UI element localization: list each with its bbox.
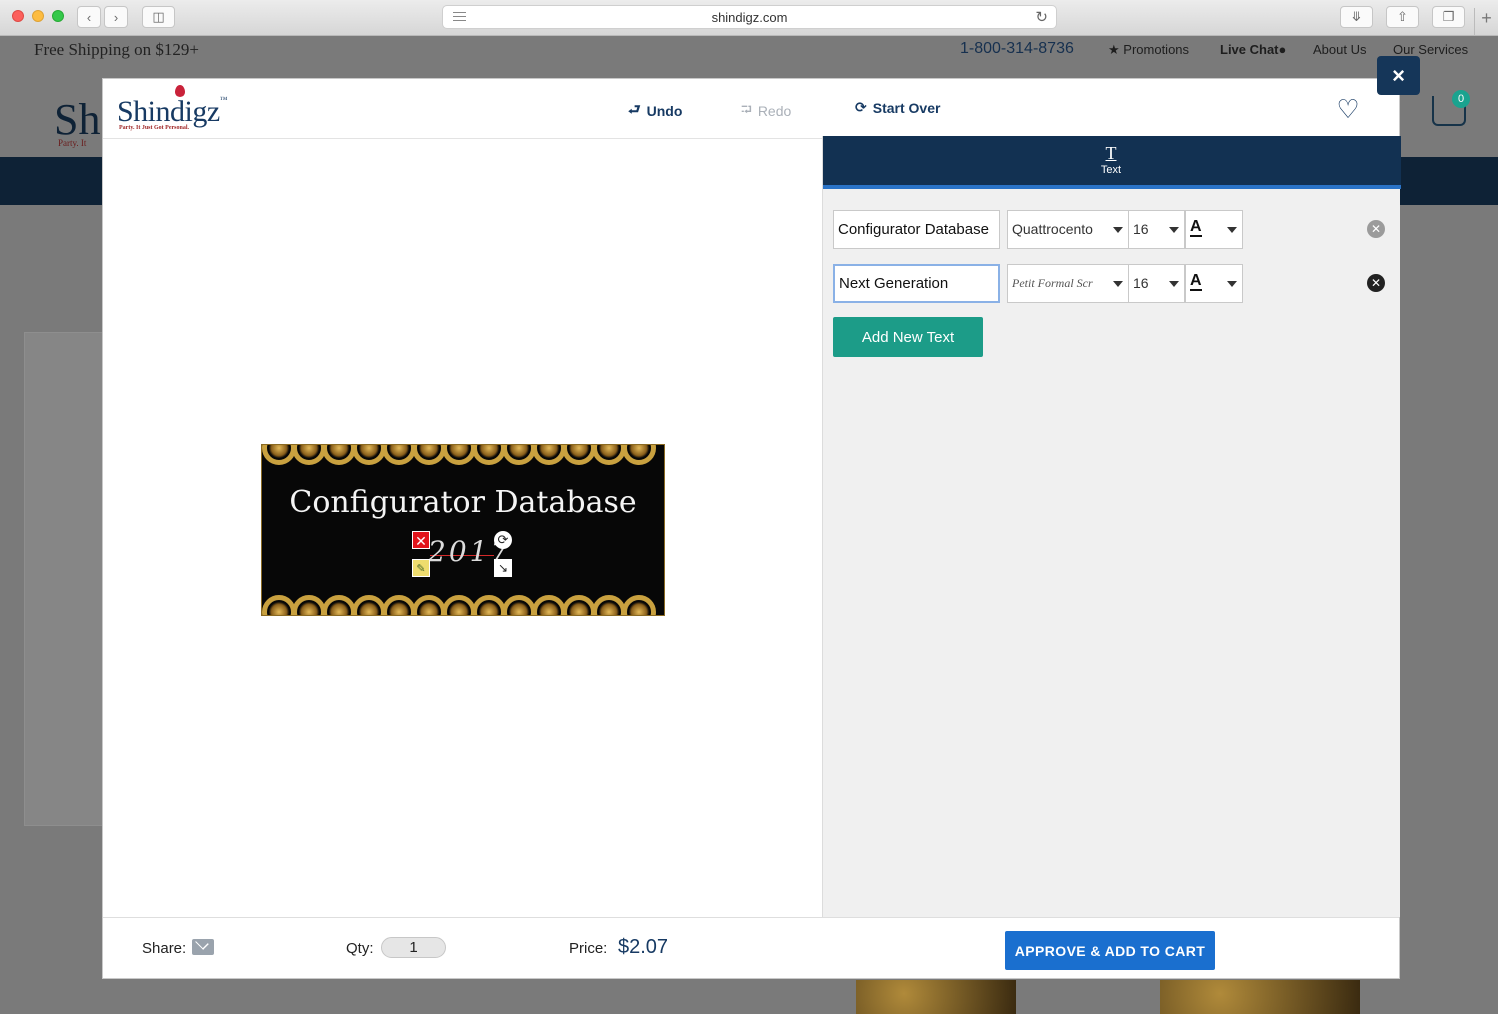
text-row: Next Generation Petit Formal Scr 16 A ✕ <box>833 264 1393 303</box>
redo-button[interactable]: ⮒ Redo <box>741 99 791 123</box>
back-icon[interactable]: ‹ <box>77 6 101 28</box>
rotate-icon[interactable]: ⟳ <box>494 531 512 549</box>
address-bar[interactable]: shindigz.com ↻ <box>442 5 1057 29</box>
minimize-window-button[interactable] <box>32 10 44 22</box>
live-chat-link[interactable]: Live Chat● <box>1220 42 1286 57</box>
logo-tagline: Party. It Just Got Personal. <box>119 125 189 131</box>
start-over-button[interactable]: ⟳ Start Over <box>855 99 940 116</box>
heart-icon[interactable]: ♡ <box>1333 95 1363 123</box>
resize-icon[interactable]: ↘ <box>494 559 512 577</box>
browser-toolbar: ‹ › ◫ shindigz.com ↻ ⤋ ⇧ ❐ + <box>0 0 1498 36</box>
font-select[interactable]: Quattrocento <box>1007 210 1129 249</box>
tab-text[interactable]: T Text <box>1089 144 1133 176</box>
color-select[interactable]: A <box>1185 264 1243 303</box>
zoom-window-button[interactable] <box>52 10 64 22</box>
chevron-down-icon <box>1227 227 1237 233</box>
design-canvas: Configurator Database 2017 ✕ ⟳ ✎ ↘ <box>103 139 822 917</box>
text-row: Configurator Database Quattrocento 16 A … <box>833 210 1393 249</box>
share-icon[interactable]: ⇧ <box>1386 6 1419 28</box>
reader-icon[interactable] <box>453 12 466 24</box>
promotions-link[interactable]: ★ Promotions <box>1108 42 1189 58</box>
email-icon[interactable] <box>192 939 214 955</box>
add-new-text-button[interactable]: Add New Text <box>833 317 983 357</box>
font-color-icon: A <box>1190 272 1202 291</box>
undo-button[interactable]: ⮐ Undo <box>628 99 682 123</box>
reload-icon[interactable]: ↻ <box>1035 8 1048 26</box>
remove-text-button[interactable]: ✕ <box>1367 274 1385 292</box>
edit-icon[interactable]: ✎ <box>412 559 430 577</box>
chevron-down-icon <box>1169 227 1179 233</box>
customizer-modal: Shindigz™ Party. It Just Got Personal. ⮐… <box>102 78 1401 979</box>
color-select[interactable]: A <box>1185 210 1243 249</box>
about-us-link[interactable]: About Us <box>1313 42 1366 57</box>
new-tab-icon[interactable]: + <box>1474 8 1498 36</box>
delete-icon[interactable]: ✕ <box>412 531 430 549</box>
share-label: Share: <box>142 940 187 957</box>
remove-text-button[interactable]: ✕ <box>1367 220 1385 238</box>
price-label: Price: <box>569 940 608 957</box>
site-logo-tagline: Party. It <box>58 138 87 148</box>
tab-text-label: Text <box>1100 164 1122 176</box>
cart-count-badge: 0 <box>1452 90 1470 108</box>
qty-label: Qty: <box>346 940 374 957</box>
tabs-icon[interactable]: ❐ <box>1432 6 1465 28</box>
sidebar-icon[interactable]: ◫ <box>142 6 175 28</box>
close-modal-button[interactable]: × <box>1377 56 1420 95</box>
redo-icon: ⮒ <box>741 101 752 117</box>
background-product-image <box>1160 980 1360 1014</box>
size-select[interactable]: 16 <box>1128 210 1185 249</box>
approve-add-to-cart-button[interactable]: APPROVE & ADD TO CART <box>1005 931 1215 970</box>
modal-header: Shindigz™ Party. It Just Got Personal. ⮐… <box>103 79 1399 139</box>
font-select[interactable]: Petit Formal Scr <box>1007 264 1129 303</box>
chevron-down-icon <box>1113 281 1123 287</box>
shindigz-logo: Shindigz™ <box>117 95 228 128</box>
site-top-bar: Free Shipping on $129+ 1-800-314-8736 ★ … <box>0 36 1498 62</box>
refresh-icon: ⟳ <box>855 99 867 115</box>
modal-footer: Share: Qty: 1 Price: $2.07 APPROVE & ADD… <box>103 917 1399 978</box>
editor-tab-bar: T Text <box>823 136 1401 189</box>
font-color-icon: A <box>1190 218 1202 237</box>
forward-icon[interactable]: › <box>104 6 128 28</box>
text-input[interactable]: Next Generation <box>833 264 1000 303</box>
chevron-down-icon <box>1227 281 1237 287</box>
gold-border-bottom <box>262 581 664 615</box>
close-window-button[interactable] <box>12 10 24 22</box>
banner-title-text[interactable]: Configurator Database <box>262 485 664 520</box>
banner-preview[interactable]: Configurator Database 2017 ✕ ⟳ ✎ ↘ <box>261 444 665 616</box>
price-value: $2.07 <box>618 936 669 958</box>
chevron-down-icon <box>1169 281 1179 287</box>
free-shipping-text: Free Shipping on $129+ <box>34 40 199 59</box>
url-text: shindigz.com <box>711 9 788 25</box>
downloads-icon[interactable]: ⤋ <box>1340 6 1373 28</box>
editor-panel: T Text Configurator Database Quattrocent… <box>822 136 1401 917</box>
text-icon: T <box>1105 143 1117 163</box>
quantity-input[interactable]: 1 <box>381 937 446 958</box>
undo-icon: ⮐ <box>628 101 641 117</box>
gold-border-top <box>262 445 664 479</box>
chevron-down-icon <box>1113 227 1123 233</box>
size-select[interactable]: 16 <box>1128 264 1185 303</box>
site-phone[interactable]: 1-800-314-8736 <box>960 40 1074 58</box>
background-product-image <box>856 980 1016 1014</box>
text-input[interactable]: Configurator Database <box>833 210 1000 249</box>
background-panel <box>24 332 104 826</box>
our-services-link[interactable]: Our Services <box>1393 42 1468 57</box>
